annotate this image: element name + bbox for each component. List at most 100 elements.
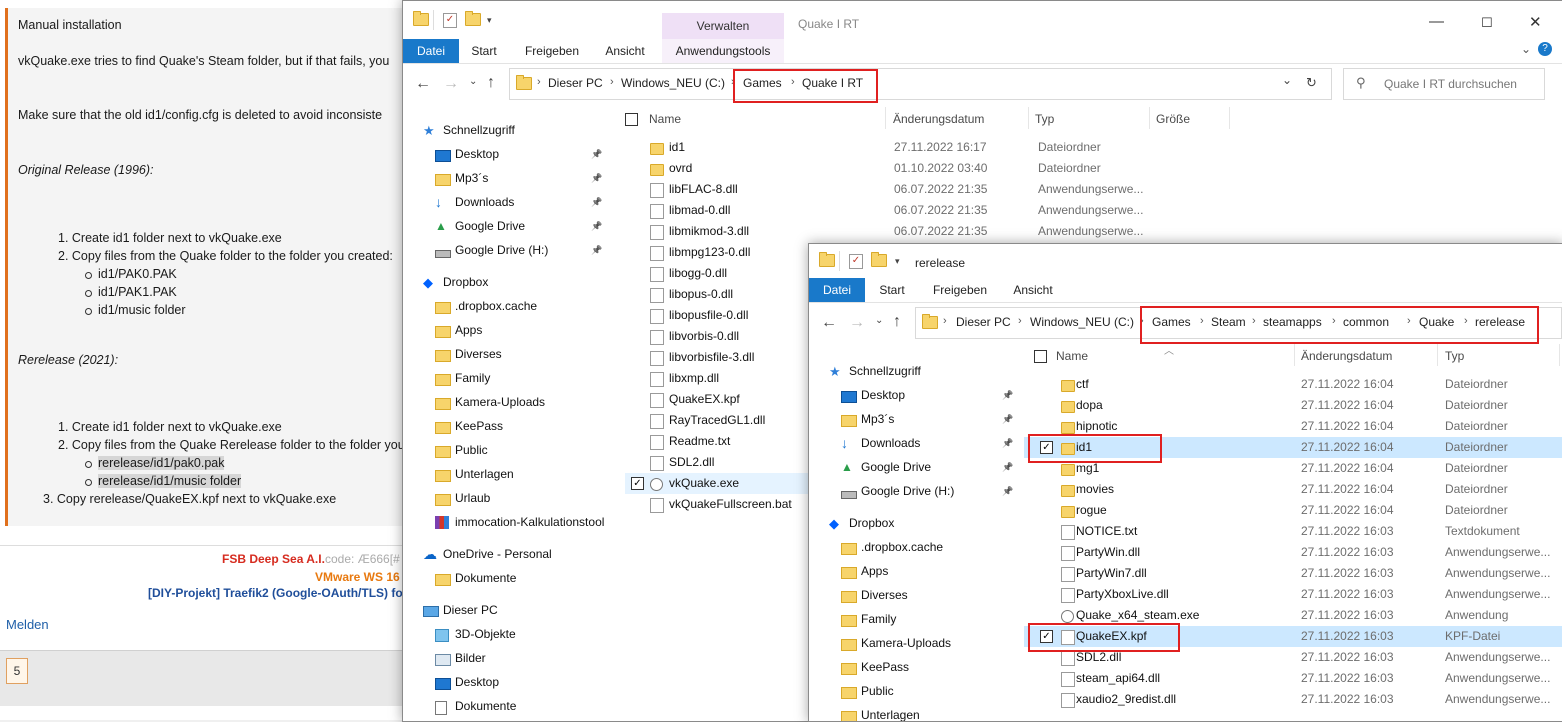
nav-item[interactable]: ◆ Dropbox (809, 516, 1024, 538)
chevron-down-icon[interactable]: ⌄ (1282, 73, 1292, 87)
breadcrumb-item[interactable]: Dieser PC (548, 76, 603, 90)
nav-item[interactable]: ★ Schnellzugriff (809, 364, 1024, 386)
help-icon[interactable]: ? (1538, 42, 1552, 56)
nav-item[interactable]: Kamera-Uploads (403, 395, 613, 417)
pin-icon[interactable]: 📌 (591, 245, 602, 256)
nav-item[interactable]: KeePass (403, 419, 613, 441)
file-row[interactable]: ✓ vkQuake.exe (625, 473, 810, 494)
file-row[interactable]: libmikmod-3.dll 06.07.2022 21:35 Anwendung… (625, 221, 1225, 242)
file-row[interactable]: ctf 27.11.2022 16:04 Dateiordner (1024, 374, 1562, 395)
minimize-icon[interactable]: — (1429, 13, 1444, 30)
file-row[interactable]: steam_api64.dll 27.11.2022 16:03 Anwendung… (1024, 668, 1562, 689)
up-icon[interactable]: ↑ (893, 313, 901, 331)
file-row[interactable]: libmad-0.dll 06.07.2022 21:35 Anwendungser… (625, 200, 1225, 221)
nav-item[interactable]: .dropbox.cache (403, 299, 613, 321)
maximize-icon[interactable]: ☐ (1481, 15, 1493, 31)
file-row[interactable]: ovrd 01.10.2022 03:40 Dateiordner (625, 158, 1225, 179)
file-row[interactable]: dopa 27.11.2022 16:04 Dateiordner (1024, 395, 1562, 416)
chevron-down-icon[interactable]: ▾ (487, 15, 501, 29)
column-header-date[interactable]: Änderungsdatum (893, 112, 984, 126)
nav-item[interactable]: Urlaub (403, 491, 613, 513)
address-bar[interactable]: › Dieser PC › Windows_NEU (C:) › Games ›… (509, 68, 1332, 103)
nav-item[interactable]: Unterlagen (403, 467, 613, 489)
select-all-checkbox[interactable] (625, 113, 638, 126)
nav-item[interactable]: Apps (809, 564, 1024, 586)
recent-chevron-icon[interactable]: ⌄ (875, 315, 883, 326)
nav-item[interactable]: Desktop 📌 (809, 388, 1024, 410)
signature-link[interactable]: FSB Deep Sea A.I. (222, 552, 325, 566)
pin-icon[interactable]: 📌 (1002, 390, 1013, 401)
tab-freigeben[interactable]: Freigeben (925, 278, 995, 302)
row-checkbox[interactable]: ✓ (631, 477, 644, 490)
nav-item[interactable]: Public (809, 684, 1024, 706)
nav-item[interactable]: ↓ Downloads 📌 (809, 435, 1024, 458)
properties-icon[interactable]: ✓ (443, 13, 457, 28)
pin-icon[interactable]: 📌 (591, 149, 602, 160)
column-header-name[interactable]: Name (649, 112, 681, 126)
pin-icon[interactable]: 📌 (1002, 414, 1013, 425)
tab-freigeben[interactable]: Freigeben (517, 39, 587, 63)
chevron-down-icon[interactable]: ▾ (895, 256, 909, 270)
search-input[interactable]: ⚲ Quake I RT durchsuchen (1343, 68, 1545, 100)
tab-start[interactable]: Start (463, 39, 505, 63)
new-folder-icon[interactable] (465, 11, 481, 27)
nav-item[interactable]: ★ Schnellzugriff (403, 123, 613, 145)
signature-link[interactable]: [DIY-Projekt] Traefik2 (Google-OAuth/TLS… (148, 586, 403, 600)
up-icon[interactable]: ↑ (487, 74, 495, 92)
nav-item[interactable]: Desktop (403, 675, 613, 697)
pin-icon[interactable]: 📌 (1002, 486, 1013, 497)
nav-item[interactable]: Diverses (809, 588, 1024, 610)
back-icon[interactable]: ← (821, 314, 837, 332)
breadcrumb-item[interactable]: Windows_NEU (C:) (1030, 315, 1134, 329)
tab-datei[interactable]: Datei (403, 39, 459, 63)
select-all-checkbox[interactable] (1034, 350, 1047, 363)
nav-item[interactable]: Kamera-Uploads (809, 636, 1024, 658)
nav-item[interactable]: ☁ OneDrive - Personal (403, 546, 613, 569)
nav-item[interactable]: Mp3´s 📌 (809, 412, 1024, 434)
report-link[interactable]: Melden (6, 617, 49, 632)
refresh-icon[interactable]: ↻ (1306, 75, 1317, 91)
pin-icon[interactable]: 📌 (591, 221, 602, 232)
tab-datei[interactable]: Datei (809, 278, 865, 302)
nav-item[interactable]: ◆ Dropbox (403, 275, 613, 297)
properties-icon[interactable]: ✓ (849, 254, 863, 269)
column-header-name[interactable]: Name (1056, 349, 1088, 363)
breadcrumb-item[interactable]: Dieser PC (956, 315, 1011, 329)
tab-start[interactable]: Start (871, 278, 913, 302)
tab-ansicht[interactable]: Ansicht (1006, 278, 1060, 302)
nav-item[interactable]: ▲ Google Drive 📌 (403, 219, 613, 241)
chevron-down-icon[interactable]: ⌄ (1521, 42, 1531, 56)
tab-ansicht[interactable]: Ansicht (598, 39, 652, 63)
nav-item[interactable]: .dropbox.cache (809, 540, 1024, 562)
nav-item[interactable]: 3D-Objekte (403, 627, 613, 649)
nav-item[interactable]: Dieser PC (403, 603, 613, 625)
close-icon[interactable]: ✕ (1529, 13, 1542, 31)
file-row[interactable]: movies 27.11.2022 16:04 Dateiordner (1024, 479, 1562, 500)
file-row[interactable]: xaudio2_9redist.dll 27.11.2022 16:03 Anwen… (1024, 689, 1562, 710)
file-row[interactable]: id1 27.11.2022 16:17 Dateiordner (625, 137, 1225, 158)
nav-item[interactable]: Public (403, 443, 613, 465)
page-number[interactable]: 5 (6, 658, 28, 684)
back-icon[interactable]: ← (415, 75, 431, 93)
file-row[interactable]: rogue 27.11.2022 16:04 Dateiordner (1024, 500, 1562, 521)
pin-icon[interactable]: 📌 (1002, 438, 1013, 449)
nav-item[interactable]: Apps (403, 323, 613, 345)
pin-icon[interactable]: 📌 (1002, 462, 1013, 473)
column-header-date[interactable]: Änderungsdatum (1301, 349, 1392, 363)
forward-icon[interactable]: → (849, 314, 865, 332)
nav-item[interactable]: ↓ Downloads 📌 (403, 194, 613, 217)
nav-item[interactable]: Family (809, 612, 1024, 634)
file-row[interactable]: PartyXboxLive.dll 27.11.2022 16:03 Anwendu… (1024, 584, 1562, 605)
recent-chevron-icon[interactable]: ⌄ (469, 76, 477, 87)
nav-item[interactable]: Mp3´s 📌 (403, 171, 613, 193)
nav-item[interactable]: Bilder (403, 651, 613, 673)
tab-anwendungstools[interactable]: Anwendungstools (662, 39, 784, 63)
forward-icon[interactable]: → (443, 75, 459, 93)
address-bar[interactable]: › Dieser PC › Windows_NEU (C:) › Games ›… (915, 306, 1562, 344)
nav-item[interactable]: KeePass (809, 660, 1024, 682)
nav-item[interactable]: ▲ Google Drive 📌 (809, 460, 1024, 482)
file-row[interactable]: NOTICE.txt 27.11.2022 16:03 Textdokument (1024, 521, 1562, 542)
file-row[interactable]: PartyWin7.dll 27.11.2022 16:03 Anwendungse… (1024, 563, 1562, 584)
breadcrumb-item[interactable]: Windows_NEU (C:) (621, 76, 725, 90)
nav-item[interactable]: Dokumente (403, 571, 613, 593)
